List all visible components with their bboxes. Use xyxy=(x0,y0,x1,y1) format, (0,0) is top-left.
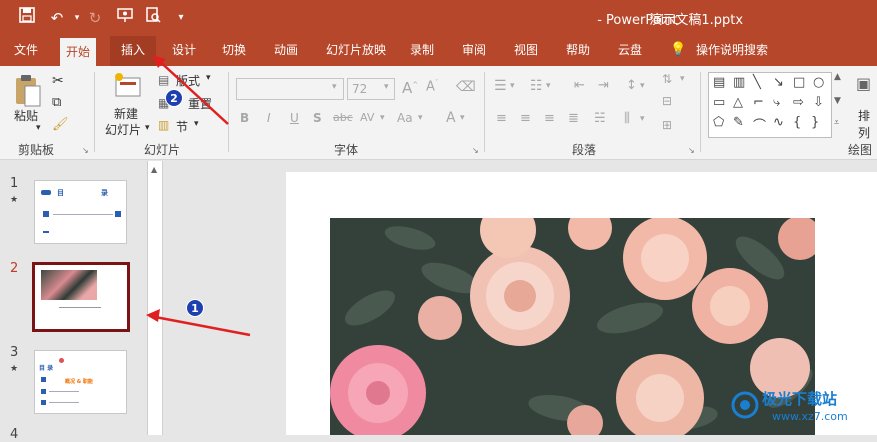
watermark-url: www.xz7.com xyxy=(772,410,848,423)
annotation-arrows xyxy=(146,55,251,337)
watermark-logo-icon xyxy=(730,390,760,420)
annotation-badge-2: 2 xyxy=(165,89,183,107)
watermark-text: 极光下载站 xyxy=(762,390,838,408)
annotation-badge-1: 1 xyxy=(186,299,204,317)
